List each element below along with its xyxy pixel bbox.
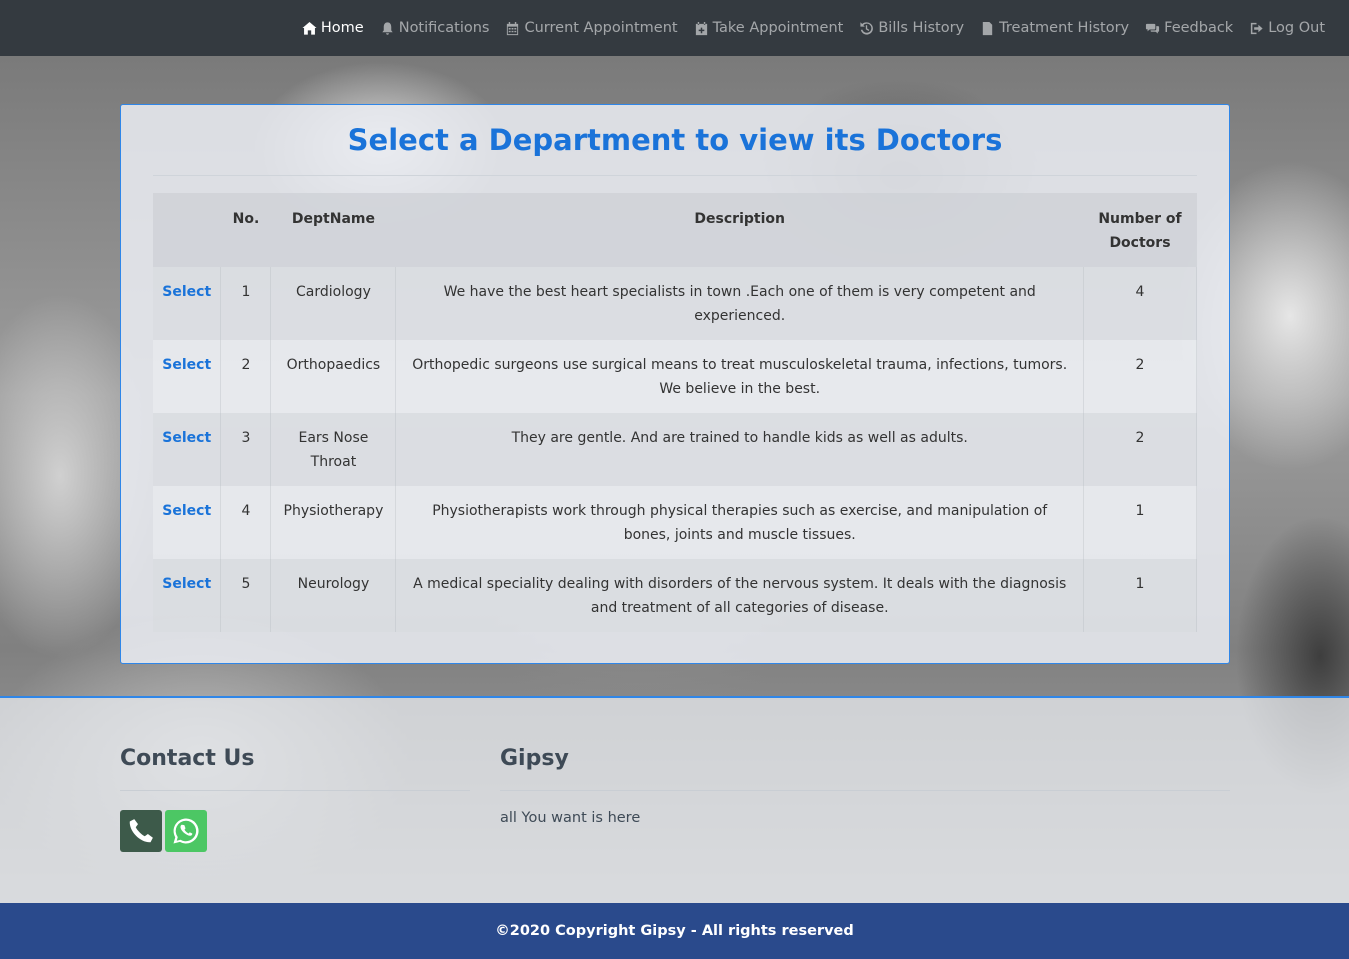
nav-home-label: Home (320, 20, 364, 36)
bell-icon (382, 21, 393, 35)
comments-icon (1146, 23, 1160, 34)
dept-number: 5 (220, 559, 272, 632)
contact-divider (120, 790, 470, 791)
brand-heading: Gipsy (500, 746, 569, 771)
department-table: No. DeptName Description Number of Docto… (153, 193, 1198, 632)
footer-info: Contact Us Gipsy all You want is here (0, 696, 1349, 903)
doctor-count: 2 (1083, 413, 1198, 486)
nav-notifications[interactable]: Notifications (380, 20, 490, 36)
nav-current-appointment[interactable]: Current Appointment (505, 20, 678, 36)
header-description: Description (395, 193, 1084, 267)
nav-current-appointment-label: Current Appointment (524, 20, 678, 36)
calendar-icon (507, 21, 519, 35)
dept-description: We have the best heart specialists in to… (395, 267, 1084, 340)
nav-treatment-history[interactable]: Treatment History (980, 20, 1129, 36)
department-card: Select a Department to view its Doctors … (120, 104, 1230, 664)
nav-treatment-history-label: Treatment History (999, 20, 1130, 36)
dept-description: A medical speciality dealing with disord… (395, 559, 1084, 632)
select-link[interactable]: Select (153, 267, 222, 340)
sign-out-icon (1251, 22, 1263, 34)
home-icon (302, 21, 317, 35)
select-link[interactable]: Select (153, 413, 222, 486)
header-deptname: DeptName (270, 193, 396, 267)
doctor-count: 2 (1083, 340, 1198, 413)
top-navbar: Home Notifications Current Appointment T… (0, 0, 1349, 56)
dept-name: Ears Nose Throat (270, 413, 397, 486)
copyright-text: ©2020 Copyright Gipsy - All rights reser… (495, 923, 854, 939)
header-doctor-count: Number of Doctors (1083, 193, 1197, 267)
nav-feedback-label: Feedback (1164, 20, 1234, 36)
dept-description: Orthopedic surgeons use surgical means t… (395, 340, 1084, 413)
history-icon (860, 21, 874, 35)
table-row: Select 5 Neurology A medical speciality … (153, 559, 1198, 632)
dept-name: Cardiology (270, 267, 397, 340)
dept-name: Neurology (270, 559, 397, 632)
select-link[interactable]: Select (153, 486, 222, 559)
calendar-plus-icon (695, 21, 707, 35)
nav-home[interactable]: Home (302, 20, 364, 36)
doctor-count: 1 (1083, 486, 1198, 559)
header-action (153, 193, 221, 267)
table-row: Select 1 Cardiology We have the best hea… (153, 267, 1198, 340)
whatsapp-button[interactable] (165, 810, 207, 852)
brand-divider (500, 790, 1230, 791)
doctor-count: 4 (1083, 267, 1198, 340)
phone-button[interactable] (120, 810, 162, 852)
doctor-count: 1 (1083, 559, 1198, 632)
dept-number: 4 (220, 486, 272, 559)
nav-take-appointment[interactable]: Take Appointment (694, 20, 844, 36)
table-row: Select 3 Ears Nose Throat They are gentl… (153, 413, 1198, 486)
select-link[interactable]: Select (153, 559, 222, 632)
nav-notifications-label: Notifications (398, 20, 490, 36)
nav-log-out-label: Log Out (1268, 20, 1325, 36)
title-divider (153, 175, 1197, 176)
table-row: Select 2 Orthopaedics Orthopedic surgeon… (153, 340, 1198, 413)
whatsapp-icon (173, 818, 199, 844)
table-row: Select 4 Physiotherapy Physiotherapists … (153, 486, 1198, 559)
nav-feedback[interactable]: Feedback (1145, 20, 1233, 36)
phone-icon (129, 819, 153, 843)
nav-bills-history[interactable]: Bills History (859, 20, 964, 36)
nav-bills-history-label: Bills History (878, 20, 965, 36)
dept-number: 2 (220, 340, 272, 413)
nav-take-appointment-label: Take Appointment (712, 20, 844, 36)
dept-name: Orthopaedics (270, 340, 397, 413)
table-header-row: No. DeptName Description Number of Docto… (153, 193, 1197, 267)
file-icon (982, 21, 993, 35)
contact-heading: Contact Us (120, 746, 255, 771)
dept-description: They are gentle. And are trained to hand… (395, 413, 1084, 486)
dept-name: Physiotherapy (270, 486, 397, 559)
dept-description: Physiotherapists work through physical t… (395, 486, 1084, 559)
select-link[interactable]: Select (153, 340, 222, 413)
header-no: No. (220, 193, 271, 267)
nav-log-out[interactable]: Log Out (1249, 20, 1325, 36)
dept-number: 1 (220, 267, 272, 340)
dept-number: 3 (220, 413, 272, 486)
page-title: Select a Department to view its Doctors (347, 123, 1003, 157)
brand-tagline: all You want is here (500, 810, 641, 826)
copyright-bar: ©2020 Copyright Gipsy - All rights reser… (0, 903, 1349, 959)
